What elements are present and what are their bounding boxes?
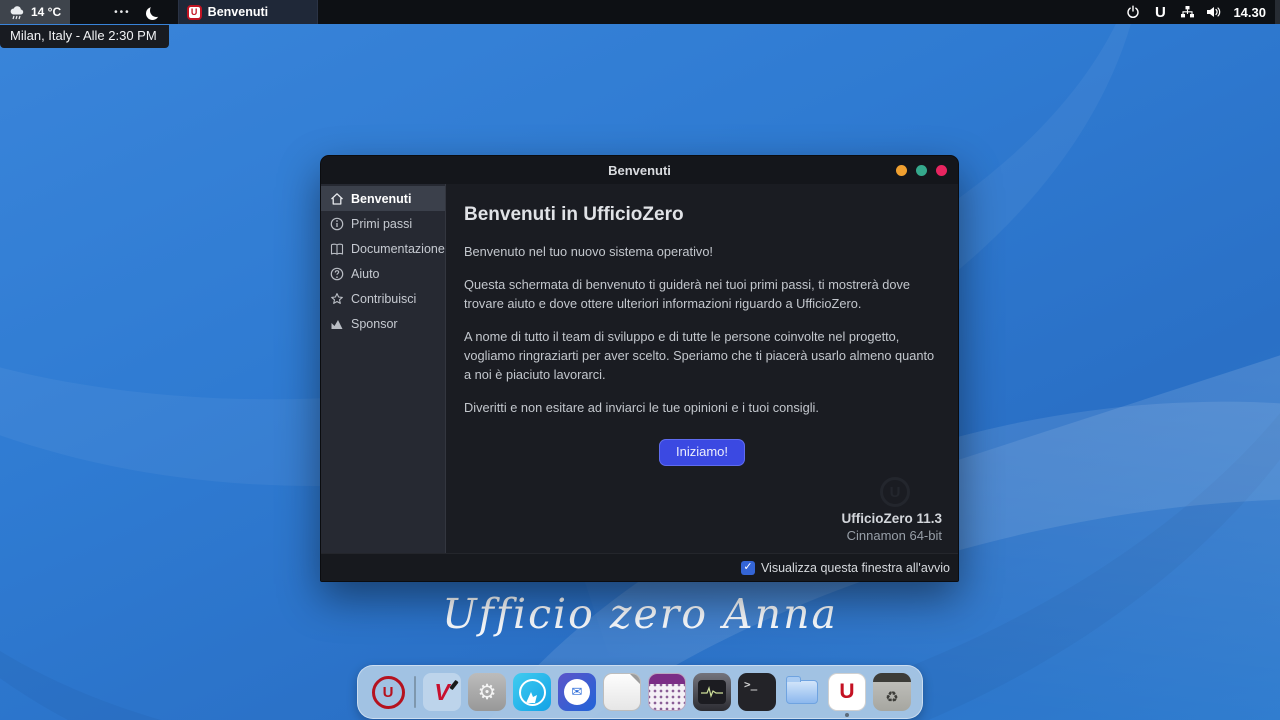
star-icon <box>330 292 344 306</box>
weather-temperature: 14 °C <box>31 5 61 19</box>
dock-icon-red-v-app[interactable]: V <box>423 673 461 711</box>
book-icon <box>330 242 344 256</box>
ufficiozero-watermark-icon: U <box>880 477 910 507</box>
dock-icon-ufficiozero-menu[interactable]: U <box>369 673 407 711</box>
moon-icon <box>150 4 163 17</box>
weather-tooltip: Milan, Italy - Alle 2:30 PM <box>0 25 169 48</box>
help-icon <box>330 267 344 281</box>
volume-icon[interactable] <box>1206 4 1222 20</box>
dock-icon-calendar[interactable] <box>648 673 686 711</box>
sidebar-item-label: Documentazione <box>351 242 445 256</box>
sidebar-item-label: Benvenuti <box>351 192 411 206</box>
folder-icon <box>786 680 818 704</box>
waveform-icon <box>698 680 726 704</box>
os-version: UfficioZero 11.3 <box>841 511 942 526</box>
terminal-prompt-icon: >_ <box>744 678 757 691</box>
gear-icon: ⚙ <box>478 680 497 705</box>
dock: U V ⚙ ✉ >_ U ♻ <box>357 665 923 719</box>
sidebar-item-label: Sponsor <box>351 317 398 331</box>
sidebar-item-label: Contribuisci <box>351 292 416 306</box>
sidebar-item-sponsor[interactable]: Sponsor <box>321 311 445 336</box>
welcome-paragraph: Questa schermata di benvenuto ti guiderà… <box>464 276 940 314</box>
dock-icon-text-document[interactable] <box>603 673 641 711</box>
wallpaper-signature: Ufficio zero Anna <box>0 590 1280 638</box>
minimize-button[interactable] <box>896 165 907 176</box>
panel-system-tray: U 14.30 <box>1125 4 1273 20</box>
calendar-grid <box>649 684 685 710</box>
ufficiozero-menu-icon[interactable]: U <box>1152 4 1168 20</box>
calendar-header <box>649 674 685 684</box>
dock-icon-ufficiozero-writer[interactable]: U <box>828 673 866 711</box>
chart-icon <box>330 317 344 331</box>
night-mode-applet[interactable] <box>147 3 165 21</box>
desktop-environment: Cinnamon 64-bit <box>841 528 942 543</box>
maximize-button[interactable] <box>916 165 927 176</box>
wolf-icon <box>519 679 546 706</box>
page-title: Benvenuti in UfficioZero <box>464 204 940 226</box>
cta-row: Iniziamo! <box>464 439 940 466</box>
workspace-dots-applet[interactable]: ••• <box>114 7 131 18</box>
window-body: Benvenuti Primi passi Documentazione <box>321 184 958 553</box>
taskbar-window-button[interactable]: U Benvenuti <box>178 0 318 24</box>
window-title: Benvenuti <box>321 163 958 178</box>
running-indicator <box>845 713 849 717</box>
window-controls <box>896 165 958 176</box>
power-icon[interactable] <box>1125 4 1141 20</box>
dock-icon-librewolf-browser[interactable] <box>513 673 551 711</box>
sidebar-item-label: Aiuto <box>351 267 380 281</box>
red-v-icon: V <box>434 679 449 706</box>
top-panel: 14 °C ••• U Benvenuti U <box>0 0 1280 24</box>
dock-icon-system-monitor[interactable] <box>693 673 731 711</box>
dock-icon-terminal[interactable]: >_ <box>738 673 776 711</box>
sidebar-item-label: Primi passi <box>351 217 412 231</box>
recycle-icon: ♻ <box>885 682 898 711</box>
close-button[interactable] <box>936 165 947 176</box>
ufficiozero-u-icon: U <box>839 680 854 704</box>
welcome-content: Benvenuti in UfficioZero Benvenuto nel t… <box>446 184 958 553</box>
ufficiozero-logo-icon: U <box>187 5 202 20</box>
ufficiozero-ring-icon: U <box>372 676 405 709</box>
envelope-icon: ✉ <box>564 679 590 705</box>
home-icon <box>330 192 344 206</box>
taskbar-window-label: Benvenuti <box>208 5 268 19</box>
start-button[interactable]: Iniziamo! <box>659 439 745 466</box>
checkmark-icon: ✓ <box>743 562 752 573</box>
info-icon <box>330 217 344 231</box>
show-at-startup-checkbox[interactable]: ✓ <box>741 561 755 575</box>
sidebar: Benvenuti Primi passi Documentazione <box>321 184 446 553</box>
welcome-paragraph: A nome di tutto il team di sviluppo e di… <box>464 328 940 385</box>
sidebar-item-contribuisci[interactable]: Contribuisci <box>321 286 445 311</box>
dock-icon-trash[interactable]: ♻ <box>873 673 911 711</box>
weather-applet[interactable]: 14 °C <box>0 0 70 24</box>
network-icon[interactable] <box>1179 4 1195 20</box>
dock-divider <box>414 676 416 708</box>
show-desktop-button[interactable] <box>1275 0 1280 24</box>
show-at-startup-label: Visualizza questa finestra all'avvio <box>761 561 950 575</box>
dock-icon-thunderbird-mail[interactable]: ✉ <box>558 673 596 711</box>
version-block: U UfficioZero 11.3 Cinnamon 64-bit <box>841 477 942 543</box>
sidebar-item-benvenuti[interactable]: Benvenuti <box>321 186 445 211</box>
dock-icon-settings[interactable]: ⚙ <box>468 673 506 711</box>
welcome-paragraph: Diveritti e non esitare ad inviarci le t… <box>464 399 940 418</box>
sidebar-item-aiuto[interactable]: Aiuto <box>321 261 445 286</box>
dock-icon-files-folder[interactable] <box>783 673 821 711</box>
panel-clock[interactable]: 14.30 <box>1233 5 1266 20</box>
window-titlebar[interactable]: Benvenuti <box>321 156 958 184</box>
window-footer: ✓ Visualizza questa finestra all'avvio <box>321 553 958 581</box>
sidebar-item-primi-passi[interactable]: Primi passi <box>321 211 445 236</box>
cloud-rain-icon <box>9 5 26 20</box>
trash-lid <box>873 673 911 682</box>
welcome-paragraph: Benvenuto nel tuo nuovo sistema operativ… <box>464 243 940 262</box>
welcome-window: Benvenuti Benvenuti Primi passi <box>320 155 959 582</box>
sidebar-item-documentazione[interactable]: Documentazione <box>321 236 445 261</box>
